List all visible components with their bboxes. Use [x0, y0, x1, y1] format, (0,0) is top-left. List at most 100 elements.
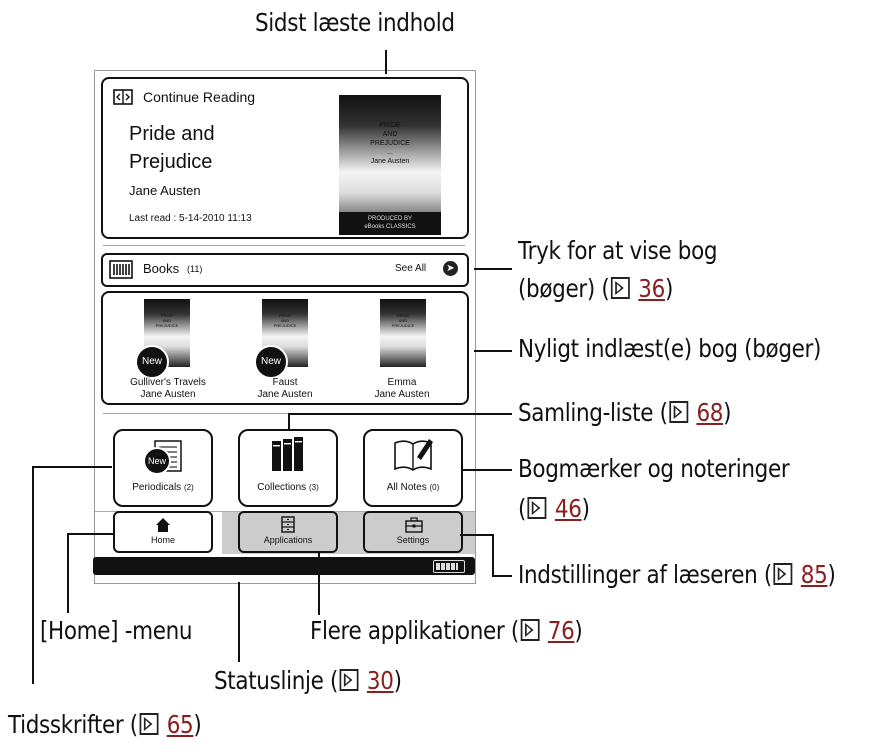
- bookshelf-icon: [109, 260, 133, 279]
- cover-footer: PRODUCED BY eBooks CLASSICS: [339, 212, 441, 235]
- tab-home-label: Home: [150, 535, 175, 545]
- callout-text: (: [518, 494, 527, 523]
- leader-line: [238, 582, 240, 662]
- tab-applications-label: Applications: [263, 535, 313, 545]
- page-ref-icon: [611, 277, 631, 299]
- cover-footer-line: PRODUCED BY: [367, 216, 412, 222]
- callout-text: Indstillinger af læseren (: [518, 560, 772, 589]
- collections-count: (3): [308, 483, 319, 492]
- cover-footer-line: eBooks CLASSICS: [364, 224, 416, 230]
- page-ref-link[interactable]: 65: [167, 710, 194, 739]
- periodicals-label: Periodicals (2): [115, 482, 211, 493]
- divider: [103, 245, 465, 246]
- tab-home[interactable]: Home: [113, 511, 213, 553]
- last-read: Last read : 5-14-2010 11:13: [129, 213, 252, 224]
- recent-book-item[interactable]: PRIDE AND PREJUDICE Emma Jane Austen: [347, 299, 457, 400]
- new-badge: New: [135, 345, 169, 379]
- callout-new-books: Nyligt indlæst(e) bog (bøger): [518, 334, 822, 363]
- tab-settings[interactable]: Settings: [363, 511, 463, 553]
- callout-text: Tidsskrifter (: [8, 710, 138, 739]
- books-label: Books: [143, 261, 180, 276]
- callout-text: ): [827, 560, 836, 589]
- recent-book-author: Jane Austen: [374, 389, 430, 400]
- callout-tap-books-line2: (bøger) ( 36): [518, 274, 673, 303]
- house-icon: [155, 517, 171, 533]
- continue-reading-label: Continue Reading: [143, 89, 256, 105]
- continue-reading-panel[interactable]: Continue Reading Pride and Prejudice Jan…: [101, 77, 469, 239]
- page-ref-icon: [139, 713, 159, 735]
- callout-text: ): [581, 494, 590, 523]
- leader-line: [67, 533, 69, 613]
- book-cover[interactable]: PRIDE AND PREJUDICE ... Jane Austen PROD…: [339, 95, 441, 235]
- callout-home-menu: [Home] -menu: [40, 616, 193, 645]
- book-open-icon: [113, 89, 133, 105]
- callout-text: ): [723, 398, 732, 427]
- cabinet-icon: [280, 516, 296, 533]
- notebook-pen-icon: [391, 435, 435, 473]
- callout-text: Statuslinje (: [214, 666, 339, 695]
- callout-settings: Indstillinger af læseren ( 85): [518, 560, 836, 589]
- callout-more-apps: Flere applikationer ( 76): [310, 616, 583, 645]
- toolbox-icon: [405, 517, 423, 533]
- page-ref-icon: [669, 401, 689, 423]
- callout-status-line: Statuslinje ( 30): [214, 666, 402, 695]
- callout-collection-list: Samling-liste ( 68): [518, 398, 732, 427]
- battery-icon: [433, 560, 465, 573]
- page-ref-link[interactable]: 85: [801, 560, 828, 589]
- callout-text: (bøger) (: [518, 274, 610, 303]
- leader-line: [474, 350, 512, 352]
- all-notes-text: All Notes: [386, 482, 427, 493]
- leader-line: [474, 268, 512, 270]
- books-stack-icon: [268, 435, 308, 473]
- see-all-link[interactable]: See All: [395, 263, 426, 274]
- new-badge: New: [143, 447, 171, 475]
- books-bar[interactable]: Books (11) See All ➤: [101, 253, 469, 287]
- callout-text: Flere applikationer (: [310, 616, 519, 645]
- recent-books-panel: PRIDE AND PREJUDICE New Gulliver's Trave…: [101, 291, 469, 405]
- leader-line: [462, 469, 512, 471]
- leader-line: [385, 50, 387, 74]
- collections-text: Collections: [257, 482, 307, 493]
- page-ref-link[interactable]: 46: [555, 494, 582, 523]
- page-ref-link[interactable]: 36: [638, 274, 665, 303]
- cover-line: PREJUDICE: [370, 140, 410, 147]
- recent-book-author: Jane Austen: [257, 389, 313, 400]
- callout-text: ): [664, 274, 674, 303]
- collections-label: Collections (3): [240, 482, 336, 493]
- callout-tap-books-line1: Tryk for at vise bog: [518, 236, 718, 265]
- arrow-right-icon: ➤: [443, 261, 458, 276]
- collections-button[interactable]: Collections (3): [238, 429, 338, 507]
- leader-line: [492, 575, 512, 577]
- page-ref-link[interactable]: 68: [696, 398, 723, 427]
- leader-line: [32, 466, 112, 468]
- recent-book-item[interactable]: PRIDE AND PREJUDICE New Faust Jane Auste…: [230, 299, 340, 400]
- leader-line: [288, 413, 290, 429]
- callout-text: ): [393, 666, 402, 695]
- page-ref-link[interactable]: 76: [548, 616, 575, 645]
- status-bar: [93, 557, 475, 575]
- page-ref-icon: [773, 563, 793, 585]
- all-notes-label: All Notes (0): [365, 482, 461, 493]
- leader-line: [67, 533, 115, 535]
- book-thumbnail: PRIDE AND PREJUDICE: [380, 299, 426, 367]
- recent-book-item[interactable]: PRIDE AND PREJUDICE New Gulliver's Trave…: [113, 299, 223, 400]
- callout-bookmarks-line1: Bogmærker og noteringer: [518, 454, 790, 483]
- periodicals-button[interactable]: New Periodicals (2): [113, 429, 213, 507]
- leader-line: [288, 413, 512, 415]
- recent-book-title: Faust: [272, 377, 298, 388]
- callout-text: Samling-liste (: [518, 398, 668, 427]
- page-ref-icon: [520, 619, 540, 641]
- cover-line: AND: [382, 131, 398, 138]
- callout-recent-content: Sidst læste indhold: [255, 8, 455, 37]
- recent-book-title: Emma: [387, 377, 417, 388]
- page-ref-link[interactable]: 30: [367, 666, 394, 695]
- callout-bookmarks-line2: ( 46): [518, 494, 590, 523]
- tab-settings-label: Settings: [396, 535, 430, 545]
- cover-line: PREJUDICE: [155, 323, 179, 328]
- tab-applications[interactable]: Applications: [238, 511, 338, 553]
- recent-book-title: Gulliver's Travels: [130, 377, 206, 388]
- page-ref-icon: [527, 497, 547, 519]
- all-notes-button[interactable]: All Notes (0): [363, 429, 463, 507]
- all-notes-count: (0): [429, 483, 440, 492]
- periodicals-text: Periodicals: [132, 482, 182, 493]
